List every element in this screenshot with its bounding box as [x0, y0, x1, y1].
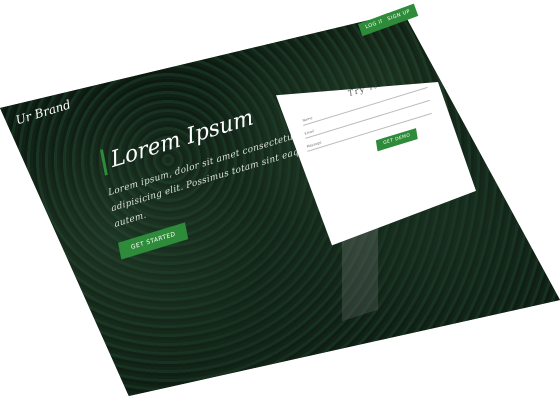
landing-page-mockup: Ur Brand LOG IN SIGN UP Lorem Ipsum Lore… [0, 0, 560, 400]
get-demo-button[interactable]: GET DEMO [375, 128, 418, 152]
